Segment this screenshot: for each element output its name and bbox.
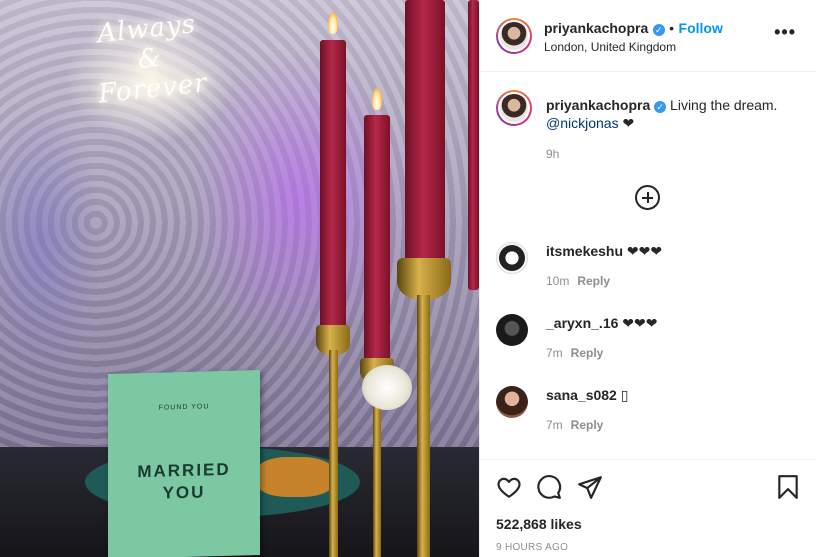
candle-left <box>320 40 346 330</box>
header-separator: • <box>669 20 675 36</box>
follow-button[interactable]: Follow <box>679 20 723 36</box>
verified-badge-icon: ✓ <box>654 101 667 113</box>
post-header: priyankachopra ✓ • Follow London, United… <box>480 0 816 72</box>
comment-text-line: _aryxn_.16 ❤❤❤ <box>546 314 658 332</box>
post-side-panel: priyankachopra ✓ • Follow London, United… <box>479 0 816 557</box>
white-rose <box>362 365 412 410</box>
comment-meta: 7m Reply <box>546 346 603 360</box>
comment-item: itsmekeshu ❤❤❤ 10m Reply <box>496 242 806 302</box>
caption-mention[interactable]: @nickjonas <box>546 115 619 131</box>
heart-icon[interactable] <box>496 474 522 500</box>
comment-meta: 10m Reply <box>546 274 610 288</box>
commenter-avatar[interactable] <box>496 314 528 346</box>
comment-item: sana_s082 ▯ 7m Reply <box>496 386 806 446</box>
holder-right-stem <box>417 295 430 557</box>
plus-circle-icon[interactable] <box>635 185 660 210</box>
married-you-card: FOUND YOU MARRIED YOU <box>108 370 260 557</box>
candle-edge <box>468 0 479 290</box>
author-avatar[interactable] <box>496 18 532 54</box>
neon-sign: Always & Forever <box>91 9 209 109</box>
commenter-avatar[interactable] <box>496 386 528 418</box>
comment-text-line: sana_s082 ▯ <box>546 386 628 404</box>
caption-heart: ❤ <box>618 115 635 131</box>
card-title: MARRIED YOU <box>108 458 260 506</box>
comment-icon[interactable] <box>536 474 562 500</box>
likes-count[interactable]: 522,868 likes <box>496 516 582 532</box>
candle-right <box>405 0 445 262</box>
comment-text: ▯ <box>616 387 629 403</box>
holder-left-stem <box>329 350 338 557</box>
commenter-avatar[interactable] <box>496 242 528 274</box>
author-line: priyankachopra ✓ • Follow <box>544 20 723 38</box>
post-location[interactable]: London, United Kingdom <box>544 40 676 54</box>
post-photo[interactable]: Always & Forever FOUND YOU MARRIED YOU <box>0 0 479 557</box>
comment-text: ❤❤❤ <box>623 243 663 259</box>
reply-button[interactable]: Reply <box>571 418 604 432</box>
comment-time[interactable]: 10m <box>546 274 569 288</box>
comment-username[interactable]: itsmekeshu <box>546 243 623 259</box>
reply-button[interactable]: Reply <box>577 274 610 288</box>
paper-plane-icon[interactable] <box>577 474 603 500</box>
comment-username[interactable]: sana_s082 <box>546 387 617 403</box>
holder-right-cup <box>397 258 451 300</box>
candle-middle <box>364 115 390 365</box>
flame-left <box>328 12 338 34</box>
caption-avatar[interactable] <box>496 90 532 126</box>
caption-text: Living the dream. <box>666 97 778 113</box>
caption-time[interactable]: 9h <box>546 147 559 161</box>
card-small-text: FOUND YOU <box>158 403 210 412</box>
flame-middle <box>372 88 382 110</box>
caption-username[interactable]: priyankachopra <box>546 97 650 113</box>
comment-time[interactable]: 7m <box>546 346 563 360</box>
comment-text: ❤❤❤ <box>618 315 658 331</box>
posted-time[interactable]: 9 HOURS AGO <box>496 542 568 553</box>
bookmark-icon[interactable] <box>775 474 801 500</box>
post-actions: 522,868 likes 9 HOURS AGO <box>480 459 816 557</box>
comment-username[interactable]: _aryxn_.16 <box>546 315 618 331</box>
comment-time[interactable]: 7m <box>546 418 563 432</box>
food <box>255 457 335 497</box>
more-options-icon[interactable]: ••• <box>774 22 796 43</box>
reply-button[interactable]: Reply <box>571 346 604 360</box>
comment-item: _aryxn_.16 ❤❤❤ 7m Reply <box>496 314 806 374</box>
card-title-line-2: YOU <box>162 482 206 503</box>
author-username[interactable]: priyankachopra <box>544 20 648 36</box>
post-caption: priyankachopra ✓ Living the dream. @nick… <box>546 96 796 132</box>
comment-meta: 7m Reply <box>546 418 603 432</box>
verified-badge-icon: ✓ <box>652 24 665 36</box>
comment-text-line: itsmekeshu ❤❤❤ <box>546 242 662 260</box>
